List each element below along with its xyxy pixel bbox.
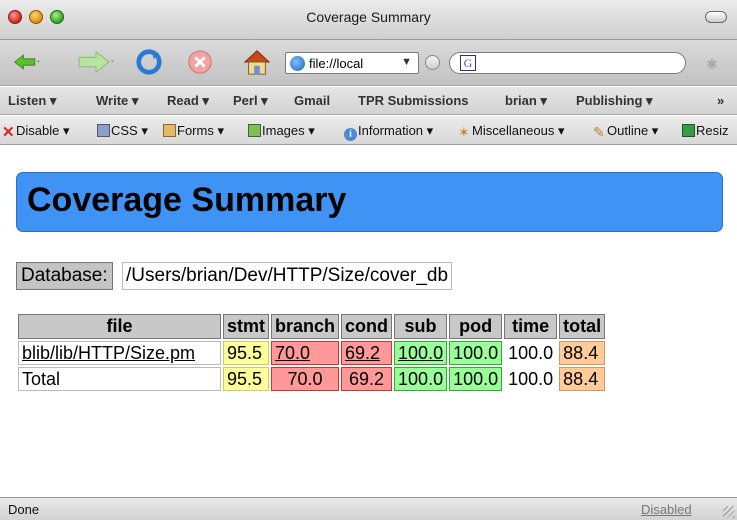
information-icon: i bbox=[344, 128, 357, 141]
status-bar: Done Disabled bbox=[0, 497, 737, 520]
branch-cell[interactable]: 70.0 bbox=[271, 341, 340, 365]
file-cell: Total bbox=[18, 367, 221, 391]
branch-link[interactable]: 70.0 bbox=[275, 343, 310, 363]
col-header-file: file bbox=[18, 314, 221, 339]
sub-cell: 100.0 bbox=[394, 367, 448, 391]
globe-icon bbox=[290, 56, 305, 71]
dev-menu-disable-label: Disable ▾ bbox=[16, 123, 70, 138]
coverage-table: file stmt branch cond sub pod time total… bbox=[16, 312, 607, 393]
dev-menu-miscellaneous[interactable]: ✶ Miscellaneous ▾ bbox=[458, 123, 565, 139]
dev-menu-miscellaneous-label: Miscellaneous ▾ bbox=[472, 123, 565, 138]
status-text: Done bbox=[8, 502, 40, 517]
bookmark-brian[interactable]: brian ▾ bbox=[505, 93, 547, 109]
window-title: Coverage Summary bbox=[306, 9, 431, 25]
dev-menu-forms-label: Forms ▾ bbox=[177, 123, 224, 138]
bookmark-perl[interactable]: Perl ▾ bbox=[233, 93, 268, 109]
window-titlebar: Coverage Summary bbox=[0, 0, 737, 40]
total-cell: 88.4 bbox=[559, 341, 606, 365]
search-input[interactable]: G bbox=[449, 52, 686, 74]
sub-link[interactable]: 100.0 bbox=[398, 343, 443, 363]
dev-menu-resize[interactable]: Resiz bbox=[682, 123, 729, 138]
cond-link[interactable]: 69.2 bbox=[345, 343, 380, 363]
bookmark-read[interactable]: Read ▾ bbox=[167, 93, 209, 109]
dev-menu-information[interactable]: i Information ▾ bbox=[344, 123, 433, 141]
address-dropdown-icon[interactable]: ▼ bbox=[401, 56, 412, 68]
bookmark-tpr-submissions[interactable]: TPR Submissions bbox=[358, 93, 469, 108]
total-cell: 88.4 bbox=[559, 367, 606, 391]
dev-menu-css[interactable]: CSS ▾ bbox=[97, 123, 148, 139]
forms-icon bbox=[163, 124, 176, 137]
col-header-stmt: stmt bbox=[223, 314, 270, 339]
bookmark-gmail[interactable]: Gmail bbox=[294, 93, 330, 108]
dev-menu-information-label: Information ▾ bbox=[358, 123, 434, 138]
search-engine-icon[interactable]: G bbox=[460, 55, 476, 71]
dev-menu-forms[interactable]: Forms ▾ bbox=[163, 123, 224, 139]
cond-cell[interactable]: 69.2 bbox=[341, 341, 393, 365]
sub-cell[interactable]: 100.0 bbox=[394, 341, 448, 365]
web-developer-toolbar: ✕Disable ▾ CSS ▾ Forms ▾ Images ▾ i Infor… bbox=[0, 116, 737, 145]
branch-cell: 70.0 bbox=[271, 367, 340, 391]
stmt-cell: 95.5 bbox=[223, 341, 270, 365]
images-icon bbox=[248, 124, 261, 137]
database-path: /Users/brian/Dev/HTTP/Size/cover_db bbox=[122, 262, 453, 290]
bookmark-write[interactable]: Write ▾ bbox=[96, 93, 138, 109]
table-row: blib/lib/HTTP/Size.pm 95.5 70.0 69.2 100… bbox=[18, 341, 606, 365]
disable-icon: ✕ bbox=[2, 124, 15, 141]
page-title: Coverage Summary bbox=[27, 181, 347, 219]
bookmarks-overflow-button[interactable]: » bbox=[717, 93, 724, 108]
dev-menu-css-label: CSS ▾ bbox=[111, 123, 148, 138]
col-header-branch: branch bbox=[271, 314, 340, 339]
col-header-total: total bbox=[559, 314, 606, 339]
database-label: Database: bbox=[16, 262, 113, 290]
dev-menu-outline[interactable]: ✎ Outline ▾ bbox=[593, 123, 658, 139]
dev-menu-images[interactable]: Images ▾ bbox=[248, 123, 315, 139]
stop-icon[interactable] bbox=[186, 48, 214, 76]
page-content: Coverage Summary Database: /Users/brian/… bbox=[0, 146, 737, 496]
resize-icon bbox=[682, 124, 695, 137]
pod-cell: 100.0 bbox=[449, 341, 503, 365]
throbber-icon: ✱ bbox=[706, 56, 718, 72]
dev-menu-disable[interactable]: ✕Disable ▾ bbox=[2, 123, 70, 141]
address-bar[interactable]: file://local ▼ bbox=[285, 52, 419, 74]
col-header-pod: pod bbox=[449, 314, 503, 339]
outline-icon: ✎ bbox=[593, 124, 605, 140]
heading-banner: Coverage Summary bbox=[16, 172, 723, 232]
navigation-toolbar: file://local ▼ G ✱ bbox=[0, 40, 737, 86]
dev-menu-images-label: Images ▾ bbox=[262, 123, 315, 138]
dev-menu-outline-label: Outline ▾ bbox=[607, 123, 659, 138]
resize-grip-icon[interactable] bbox=[723, 506, 735, 518]
file-link[interactable]: blib/lib/HTTP/Size.pm bbox=[22, 343, 195, 363]
bookmark-publishing[interactable]: Publishing ▾ bbox=[576, 93, 653, 109]
dev-menu-resize-label: Resiz bbox=[696, 123, 729, 138]
reload-icon[interactable] bbox=[135, 48, 163, 76]
col-header-sub: sub bbox=[394, 314, 448, 339]
time-cell: 100.0 bbox=[504, 367, 558, 391]
time-cell: 100.0 bbox=[504, 341, 558, 365]
back-arrow-icon[interactable] bbox=[12, 48, 40, 76]
address-text: file://local bbox=[309, 56, 364, 71]
col-header-time: time bbox=[504, 314, 558, 339]
table-header-row: file stmt branch cond sub pod time total bbox=[18, 314, 606, 339]
css-icon bbox=[97, 124, 110, 137]
stmt-cell: 95.5 bbox=[223, 367, 270, 391]
file-cell[interactable]: blib/lib/HTTP/Size.pm bbox=[18, 341, 221, 365]
forward-arrow-icon[interactable] bbox=[74, 48, 118, 76]
pod-cell: 100.0 bbox=[449, 367, 503, 391]
bookmarks-bar: Listen ▾ Write ▾ Read ▾ Perl ▾ Gmail TPR… bbox=[0, 87, 737, 115]
go-button[interactable] bbox=[425, 55, 440, 70]
status-disabled-link[interactable]: Disabled bbox=[641, 502, 692, 517]
toolbar-toggle-button[interactable] bbox=[705, 11, 727, 23]
col-header-cond: cond bbox=[341, 314, 393, 339]
cond-cell: 69.2 bbox=[341, 367, 393, 391]
bookmark-listen[interactable]: Listen ▾ bbox=[8, 93, 56, 109]
home-icon[interactable] bbox=[240, 48, 274, 76]
table-row: Total 95.5 70.0 69.2 100.0 100.0 100.0 8… bbox=[18, 367, 606, 391]
miscellaneous-icon: ✶ bbox=[458, 124, 470, 140]
